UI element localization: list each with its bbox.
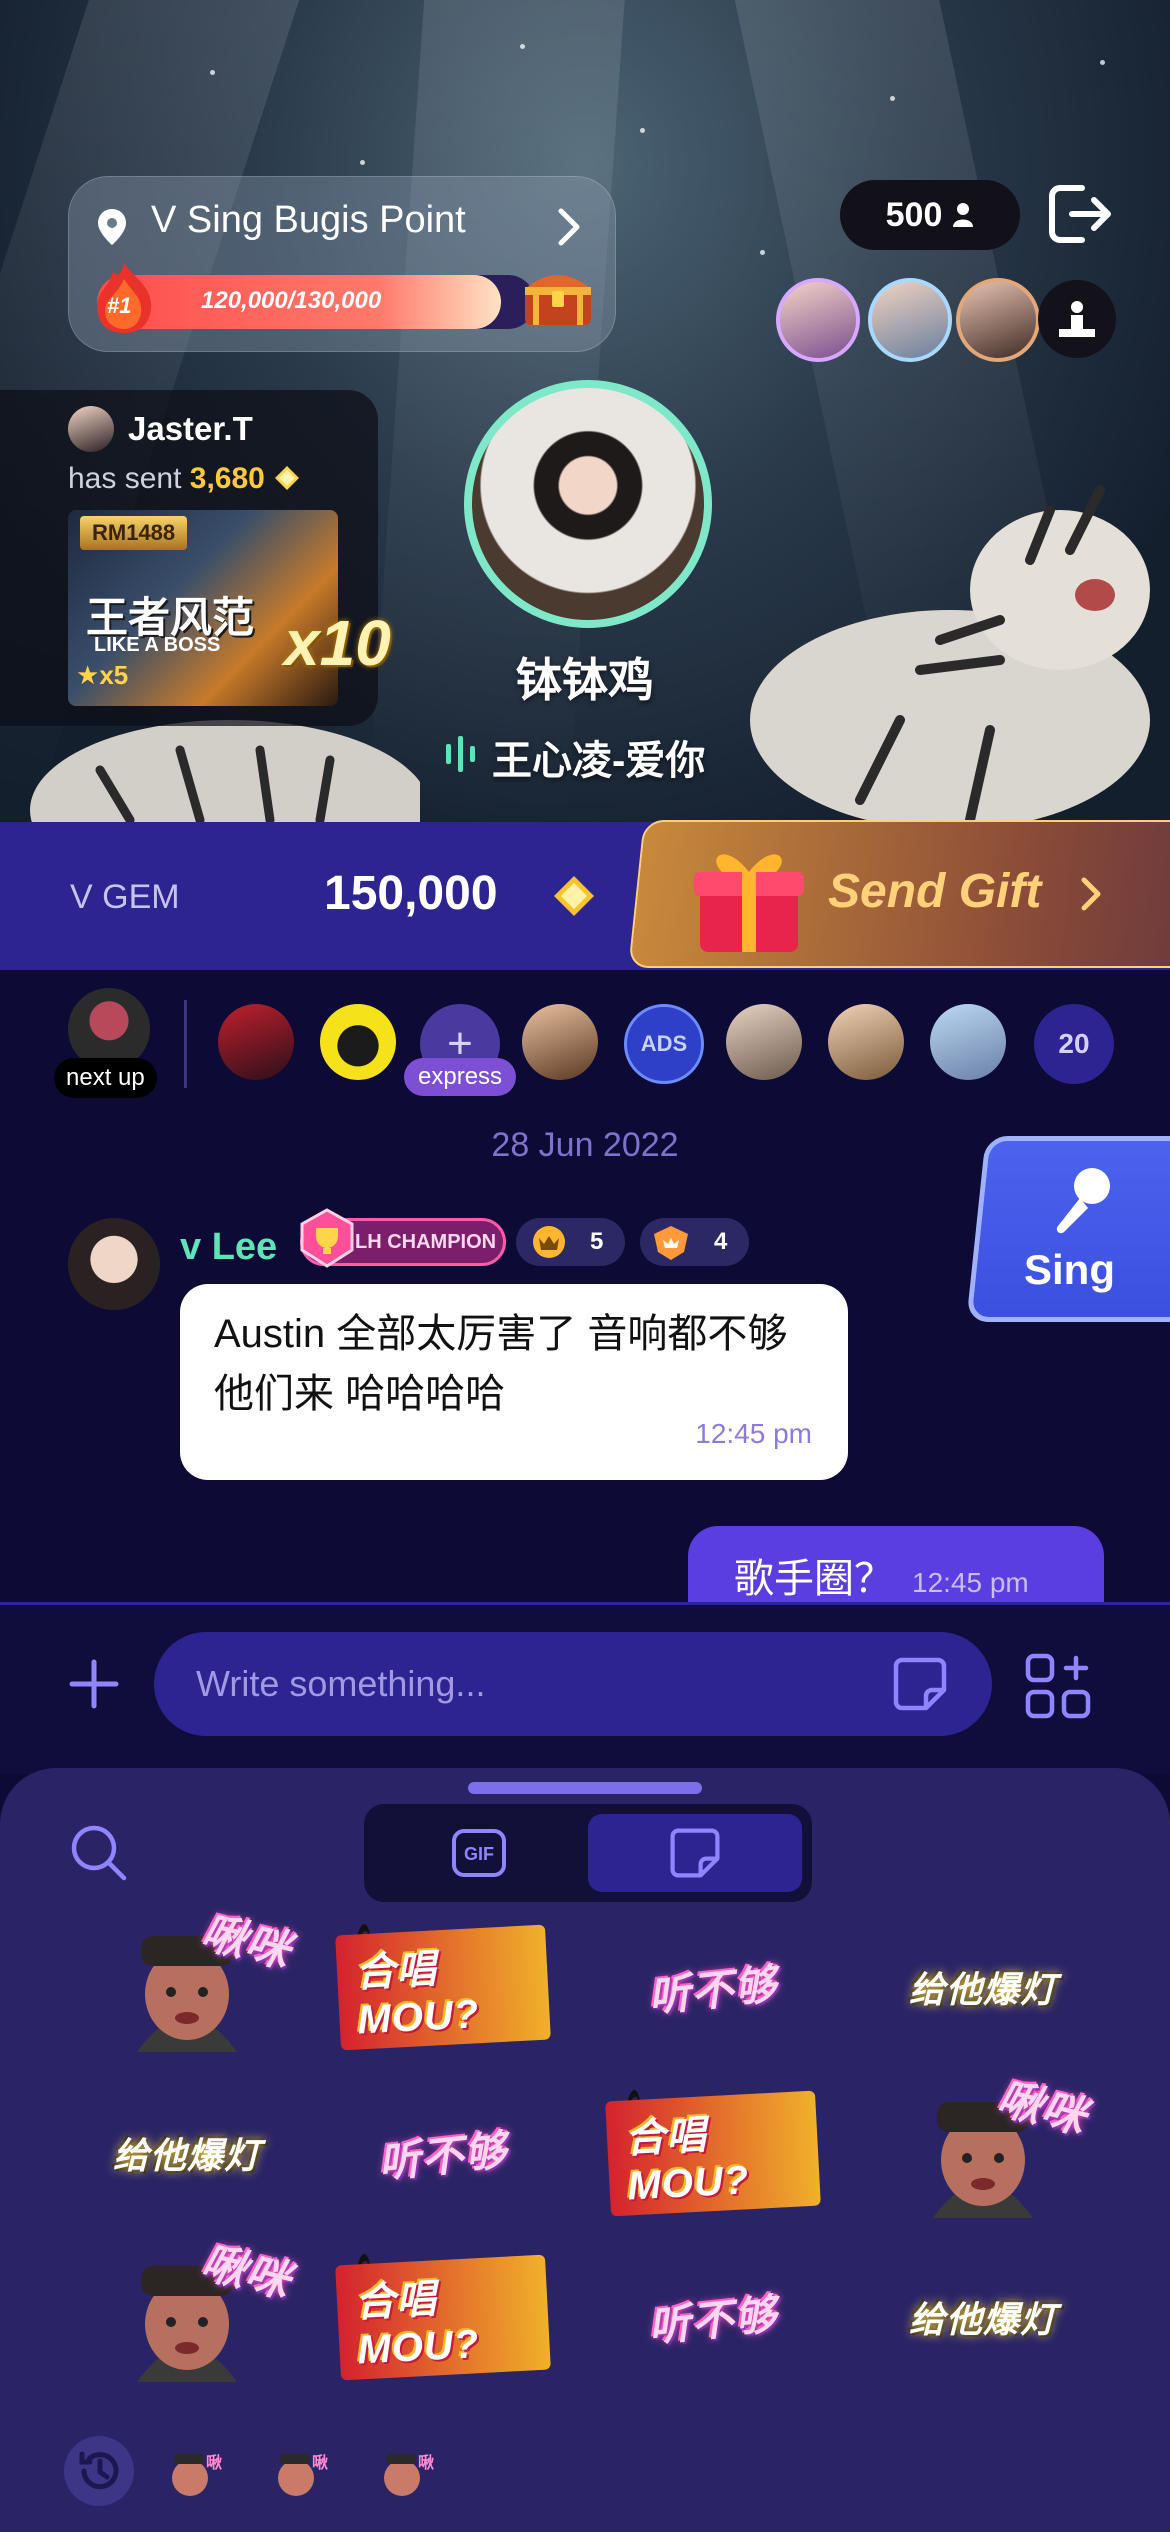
gem-label: V GEM [70, 878, 180, 916]
exit-room-icon[interactable] [1042, 178, 1114, 250]
top-gifter-avatar-1[interactable] [776, 278, 860, 362]
recent-sticker[interactable]: 啾 [272, 2444, 338, 2500]
message-input[interactable] [154, 1632, 992, 1736]
top-gifter-avatar-3[interactable] [956, 278, 1040, 362]
message-time: 12:45 pm [912, 1567, 1029, 1598]
sticker-item[interactable]: 𝄞♪合唱MOU? [605, 2078, 821, 2228]
panel-grabber[interactable] [468, 1782, 702, 1794]
sticker-text: 听不够 [646, 2289, 780, 2351]
sticker-text: 听不够 [646, 1959, 780, 2021]
queue-count-badge[interactable]: 20 [1034, 1004, 1114, 1084]
venue-card[interactable]: V Sing Bugis Point 120,000/130,000 #1 [68, 176, 616, 352]
sent-amount: 3,680 [189, 462, 265, 495]
gem-balance: 150,000 [324, 867, 498, 920]
sticker-text: 给他爆灯 [908, 2299, 1057, 2340]
svg-text:啾: 啾 [206, 2453, 222, 2472]
sing-label: Sing [1024, 1246, 1115, 1293]
viewer-count: 500 [885, 195, 943, 234]
venue-progress-bar: 120,000/130,000 #1 [97, 263, 535, 333]
queue-avatar[interactable] [828, 1004, 904, 1080]
queue-avatar[interactable] [320, 1004, 396, 1080]
message-text: Austin 全部太厉害了 音响都不够他们来 哈哈哈哈 [214, 1312, 788, 1416]
send-gift-label: Send Gift [828, 865, 1042, 918]
svg-text:啾: 啾 [312, 2453, 328, 2472]
gif-icon: GIF [452, 1829, 506, 1877]
chevron-right-icon[interactable] [551, 203, 587, 251]
gem-icon [275, 466, 300, 490]
sticker-item[interactable]: 听不够 [608, 2242, 818, 2392]
champion-trophy-icon [300, 1208, 354, 1268]
sender-name: Jaster.T [128, 410, 253, 447]
sticker-item[interactable]: 啾咪 [82, 1908, 296, 2062]
sticker-text: 合唱MOU? [623, 2112, 751, 2208]
queue-divider [184, 1000, 187, 1088]
sticker-text: 合唱MOU? [353, 2276, 481, 2372]
sticker-icon [670, 1828, 720, 1878]
message-bubble-received[interactable]: Austin 全部太厉害了 音响都不够他们来 哈哈哈哈 12:45 pm [180, 1284, 848, 1480]
queue-avatar[interactable] [930, 1004, 1006, 1080]
sticker-item[interactable]: 听不够 [608, 1912, 818, 2062]
recent-sticker[interactable]: 啾 [378, 2444, 444, 2500]
sticker-text: 听不够 [376, 2125, 510, 2187]
now-playing-song: 王心凌-爱你 [492, 739, 706, 783]
host-avatar[interactable] [464, 380, 712, 628]
chevron-right-icon [1081, 877, 1101, 911]
sticker-item[interactable]: 听不够 [338, 2078, 548, 2228]
message-username[interactable]: v Lee [180, 1226, 277, 1269]
message-avatar[interactable] [68, 1218, 160, 1310]
recent-stickers-button[interactable] [64, 2436, 134, 2506]
gift-badge: RM1488 [80, 516, 188, 550]
rank-label: #1 [107, 293, 132, 318]
sticker-item[interactable]: 啾咪 [878, 2074, 1092, 2228]
message-time: 12:45 pm [695, 1418, 812, 1449]
sticker-item[interactable]: 给他爆灯 [82, 2078, 292, 2228]
queue-avatar[interactable] [218, 1004, 294, 1080]
history-clock-icon [79, 2451, 119, 2490]
top-gifter-avatar-2[interactable] [868, 278, 952, 362]
location-pin-icon [98, 209, 126, 245]
tab-gif[interactable]: GIF [374, 1814, 584, 1892]
sticker-icon[interactable] [890, 1654, 950, 1714]
next-up-label: next up [54, 1058, 157, 1098]
microphone-icon [1056, 1168, 1110, 1234]
venue-progress-text: 120,000/130,000 [201, 287, 382, 314]
queue-avatar[interactable] [522, 1004, 598, 1080]
express-label: express [404, 1058, 517, 1096]
host-name: 钵钵鸡 [516, 654, 654, 706]
ads-button[interactable]: ADS [624, 1004, 704, 1084]
sticker-item[interactable]: 给他爆灯 [878, 2242, 1088, 2392]
sticker-item[interactable]: 给他爆灯 [878, 1912, 1088, 2062]
gem-icon [554, 876, 594, 916]
treasure-chest-icon[interactable] [521, 265, 595, 329]
shield-badge-icon [654, 1226, 688, 1260]
audio-equalizer-icon [446, 736, 475, 772]
person-icon [953, 203, 974, 227]
queue-avatar[interactable] [726, 1004, 802, 1080]
crown-badge-icon [533, 1226, 565, 1258]
apps-grid-icon[interactable] [1024, 1652, 1092, 1720]
venue-name: V Sing Bugis Point [151, 199, 466, 241]
recent-sticker[interactable]: 啾 [166, 2444, 232, 2500]
sticker-item[interactable]: 啾咪 [82, 2238, 296, 2392]
viewer-count-pill[interactable]: 500 [840, 180, 1020, 250]
sent-prefix: has sent [68, 462, 182, 495]
svg-text:啾: 啾 [418, 2453, 434, 2472]
gift-sent-text: has sent 3,680 [68, 462, 301, 496]
leaderboard-button[interactable] [1038, 280, 1116, 358]
add-attachment-icon[interactable] [66, 1656, 122, 1712]
gif-label: GIF [464, 1844, 494, 1864]
sticker-text: 给他爆灯 [908, 1969, 1057, 2010]
sticker-item[interactable]: 𝄞♪合唱MOU? [335, 1912, 551, 2062]
tab-stickers[interactable] [588, 1814, 802, 1892]
sticker-text: 合唱MOU? [353, 1946, 481, 2042]
podium-icon [1059, 301, 1095, 337]
message-text: 歌手圈？ [734, 1557, 894, 1601]
sticker-item[interactable]: 𝄞♪合唱MOU? [335, 2242, 551, 2392]
sticker-text: 给他爆灯 [112, 2135, 261, 2176]
search-icon[interactable] [68, 1822, 128, 1882]
sender-avatar[interactable] [68, 406, 114, 452]
gift-box-icon [694, 854, 804, 952]
